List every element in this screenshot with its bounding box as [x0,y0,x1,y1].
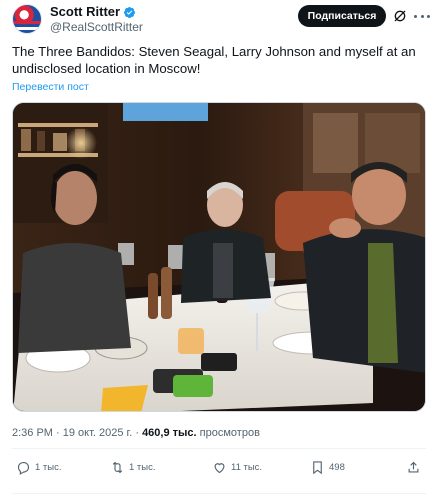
share-icon [408,461,419,472]
post-text: The Three Bandidos: Steven Seagal, Larry… [12,44,416,76]
share-button[interactable] [406,456,421,478]
view-count: 460,9 тыс. [142,427,197,439]
more-icon[interactable] [414,8,430,24]
post-timestamp[interactable]: 2:36 PM · 19 окт. 2025 г. · [12,427,139,439]
reply-button[interactable]: 1 тыс. [16,456,62,478]
author-handle[interactable]: @RealScottRitter [50,20,143,35]
reply-count: 1 тыс. [35,461,62,473]
translate-post-link[interactable]: Перевести пост [12,81,89,93]
divider [12,493,426,494]
author-display-name[interactable]: Scott Ritter [50,4,120,20]
view-count-label: просмотров [199,427,260,439]
author-name-row[interactable]: Scott Ritter [50,4,136,20]
subscribe-button[interactable]: Подписаться [298,5,386,27]
repost-icon [112,461,123,473]
repost-count: 1 тыс. [129,461,156,473]
bookmark-count: 498 [329,461,345,473]
like-button[interactable]: 11 тыс. [212,456,262,478]
like-count: 11 тыс. [231,461,263,473]
bookmark-button[interactable]: 498 [310,456,345,478]
reply-icon [17,461,30,475]
repost-button[interactable]: 1 тыс. [110,456,156,478]
avatar[interactable] [12,4,42,34]
post-meta: 2:36 PM · 19 окт. 2025 г. · 460,9 тыс. п… [12,426,260,440]
post-photo[interactable] [12,102,426,412]
like-icon [214,462,225,473]
photo-illustration [13,103,425,411]
tweet-card: Scott Ritter @RealScottRitter Подписатьс… [0,0,438,500]
verified-badge-icon [124,6,136,18]
bookmark-icon [313,460,322,474]
grok-icon[interactable] [392,8,408,24]
divider [12,448,426,449]
action-bar: 1 тыс. 1 тыс. 11 тыс. 498 [12,456,426,478]
